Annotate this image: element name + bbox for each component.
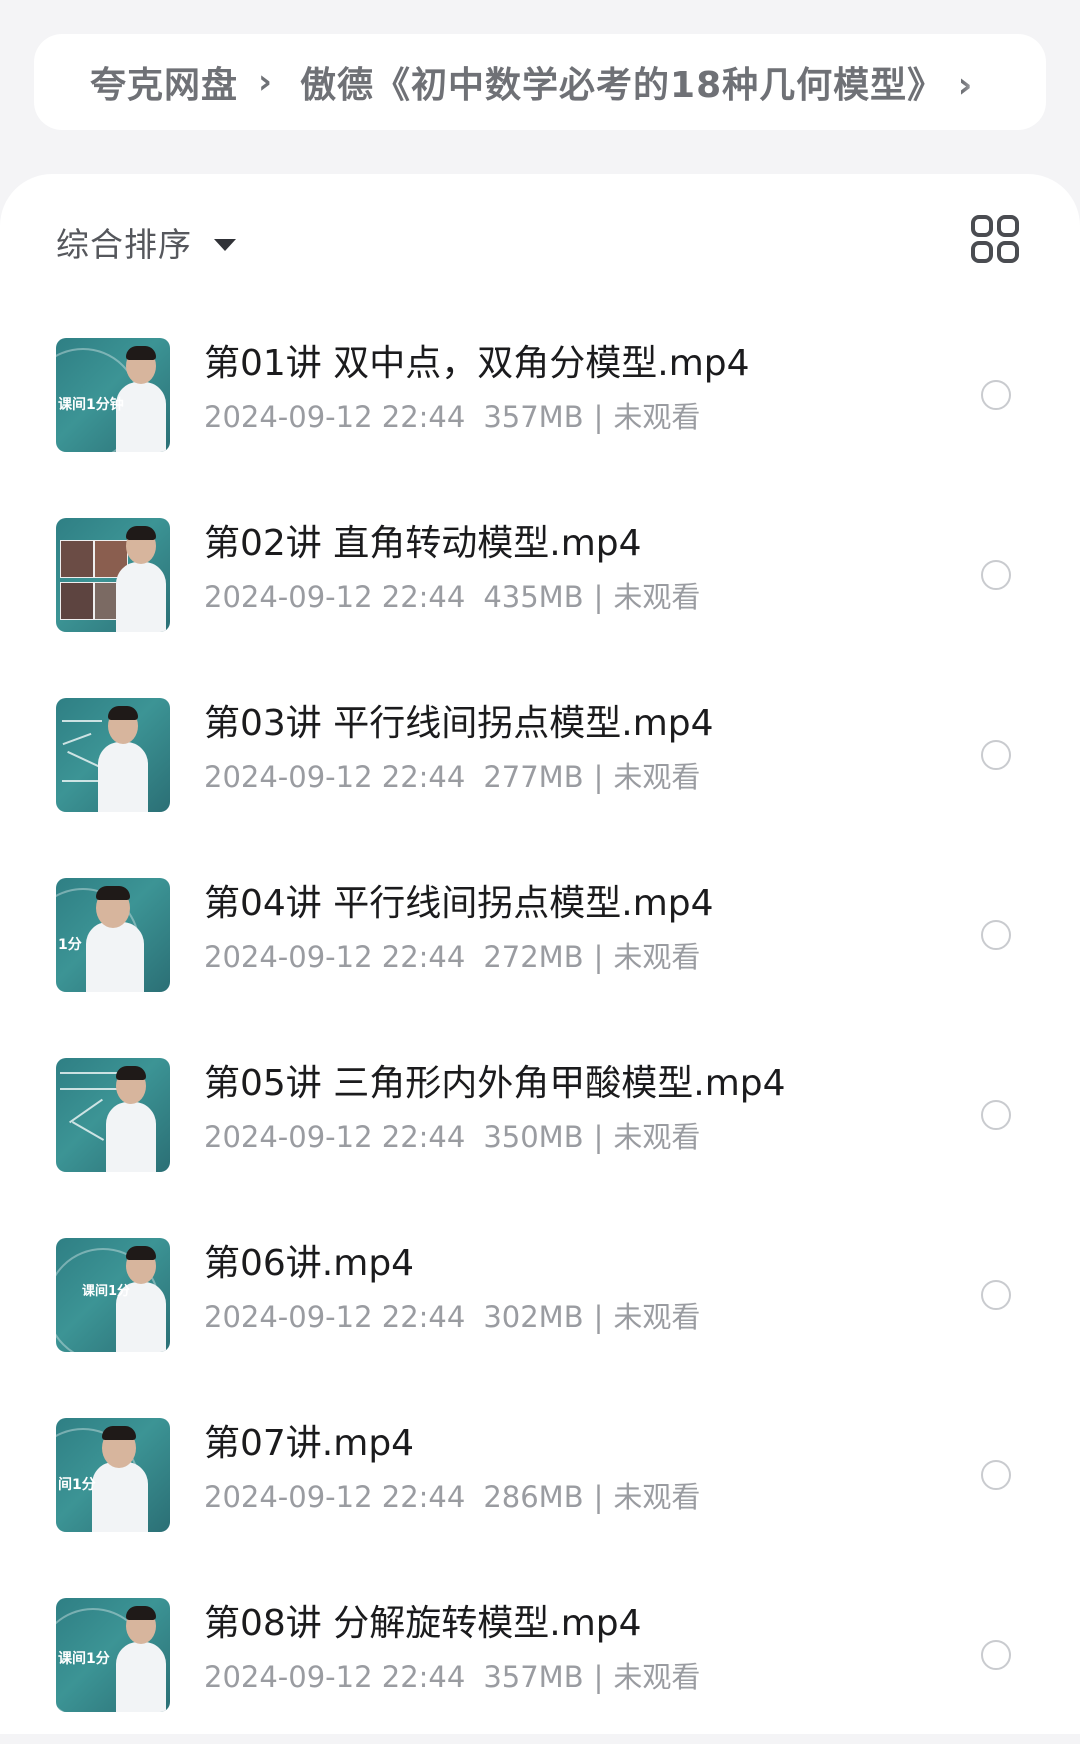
file-name: 第08讲 分解旋转模型.mp4 (204, 1603, 642, 1644)
watch-status: 未观看 (613, 1660, 701, 1694)
file-meta: 2024-09-12 22:44 350MB | 未观看 (204, 1114, 700, 1156)
select-radio[interactable] (981, 1100, 1011, 1130)
file-name: 第06讲.mp4 (204, 1243, 415, 1284)
file-list: 课间1分钟 第01讲 双中点，双角分模型.mp4 2024-09-12 22:4… (0, 304, 1080, 1744)
file-meta: 2024-09-12 22:44 277MB | 未观看 (204, 754, 700, 796)
watch-status: 未观看 (613, 760, 701, 794)
video-thumbnail: 课间1分钟 (56, 338, 170, 452)
file-size: 302MB (483, 1300, 584, 1334)
chevron-right-icon: › (258, 62, 273, 102)
file-name: 第03讲 平行线间拐点模型.mp4 (204, 703, 714, 744)
sort-label: 综合排序 (56, 225, 192, 264)
list-item[interactable]: 课间1分钟 第01讲 双中点，双角分模型.mp4 2024-09-12 22:4… (0, 304, 1080, 484)
thumbnail-caption: 间1分 (58, 1477, 96, 1493)
file-meta: 2024-09-12 22:44 357MB | 未观看 (204, 394, 700, 436)
file-date: 2024-09-12 22:44 (204, 1480, 466, 1514)
list-item[interactable]: 课间1分 第08讲 分解旋转模型.mp4 2024-09-12 22:44 357… (0, 1564, 1080, 1744)
list-item[interactable]: 第02讲 直角转动模型.mp4 2024-09-12 22:44 435MB | 未观… (0, 484, 1080, 664)
select-radio[interactable] (981, 920, 1011, 950)
select-radio[interactable] (981, 740, 1011, 770)
caret-down-icon (214, 239, 236, 251)
video-thumbnail: 间1分 (56, 1418, 170, 1532)
watch-status: 未观看 (613, 580, 701, 614)
file-name: 第02讲 直角转动模型.mp4 (204, 523, 642, 564)
file-name: 第05讲 三角形内外角甲酸模型.mp4 (204, 1063, 786, 1104)
watch-status: 未观看 (613, 940, 701, 974)
watch-status: 未观看 (613, 1300, 701, 1334)
video-thumbnail (56, 1058, 170, 1172)
select-radio[interactable] (981, 380, 1011, 410)
file-date: 2024-09-12 22:44 (204, 940, 466, 974)
file-meta: 2024-09-12 22:44 435MB | 未观看 (204, 574, 700, 616)
breadcrumb: 夸克网盘 › 傲德《初中数学必考的18种几何模型》 › (34, 34, 1046, 130)
meta-separator: | (593, 400, 604, 434)
file-size: 277MB (483, 760, 584, 794)
file-meta: 2024-09-12 22:44 272MB | 未观看 (204, 934, 700, 976)
meta-separator: | (593, 1120, 604, 1154)
thumbnail-caption: 1分 (58, 937, 82, 953)
meta-separator: | (593, 1480, 604, 1514)
grid-view-icon[interactable] (970, 214, 1020, 264)
video-thumbnail (56, 698, 170, 812)
meta-separator: | (593, 940, 604, 974)
file-size: 357MB (483, 1660, 584, 1694)
file-meta: 2024-09-12 22:44 302MB | 未观看 (204, 1294, 700, 1336)
list-toolbar: 综合排序 (0, 174, 1080, 304)
file-size: 286MB (483, 1480, 584, 1514)
meta-separator: | (593, 1660, 604, 1694)
thumbnail-caption: 课间1分钟 (58, 397, 124, 413)
list-item[interactable]: 间1分 第07讲.mp4 2024-09-12 22:44 286MB | 未观看 (0, 1384, 1080, 1564)
watch-status: 未观看 (613, 1480, 701, 1514)
breadcrumb-current-folder[interactable]: 傲德《初中数学必考的18种几何模型》 › (300, 56, 990, 108)
list-item[interactable]: 第03讲 平行线间拐点模型.mp4 2024-09-12 22:44 277MB |… (0, 664, 1080, 844)
meta-separator: | (593, 580, 604, 614)
file-meta: 2024-09-12 22:44 357MB | 未观看 (204, 1654, 700, 1696)
file-date: 2024-09-12 22:44 (204, 400, 466, 434)
file-size: 357MB (483, 400, 584, 434)
file-date: 2024-09-12 22:44 (204, 580, 466, 614)
file-size: 272MB (483, 940, 584, 974)
watch-status: 未观看 (613, 400, 701, 434)
select-radio[interactable] (981, 1280, 1011, 1310)
thumbnail-caption: 课间1分 (58, 1651, 110, 1667)
video-thumbnail: 1分 (56, 878, 170, 992)
list-item[interactable]: 第05讲 三角形内外角甲酸模型.mp4 2024-09-12 22:44 350M… (0, 1024, 1080, 1204)
file-date: 2024-09-12 22:44 (204, 1120, 466, 1154)
file-date: 2024-09-12 22:44 (204, 760, 466, 794)
meta-separator: | (593, 1300, 604, 1334)
file-size: 350MB (483, 1120, 584, 1154)
file-name: 第07讲.mp4 (204, 1423, 415, 1464)
file-date: 2024-09-12 22:44 (204, 1660, 466, 1694)
file-list-card: 综合排序 课间1分钟 第01讲 双中点，双角分模型.mp4 2024-09-12… (0, 174, 1080, 1734)
video-thumbnail: 课间1分 (56, 1598, 170, 1712)
file-size: 435MB (483, 580, 584, 614)
list-item[interactable]: 课间1分 第06讲.mp4 2024-09-12 22:44 302MB | 未观看 (0, 1204, 1080, 1384)
file-meta: 2024-09-12 22:44 286MB | 未观看 (204, 1474, 700, 1516)
breadcrumb-root[interactable]: 夸克网盘 (90, 56, 238, 108)
list-item[interactable]: 1分 第04讲 平行线间拐点模型.mp4 2024-09-12 22:44 272… (0, 844, 1080, 1024)
file-date: 2024-09-12 22:44 (204, 1300, 466, 1334)
thumbnail-caption: 课间1分 (82, 1284, 131, 1299)
video-thumbnail: 课间1分 (56, 1238, 170, 1352)
select-radio[interactable] (981, 1640, 1011, 1670)
select-radio[interactable] (981, 1460, 1011, 1490)
meta-separator: | (593, 760, 604, 794)
select-radio[interactable] (981, 560, 1011, 590)
file-name: 第01讲 双中点，双角分模型.mp4 (204, 343, 750, 384)
file-name: 第04讲 平行线间拐点模型.mp4 (204, 883, 714, 924)
watch-status: 未观看 (613, 1120, 701, 1154)
sort-dropdown[interactable]: 综合排序 (56, 218, 236, 266)
video-thumbnail (56, 518, 170, 632)
